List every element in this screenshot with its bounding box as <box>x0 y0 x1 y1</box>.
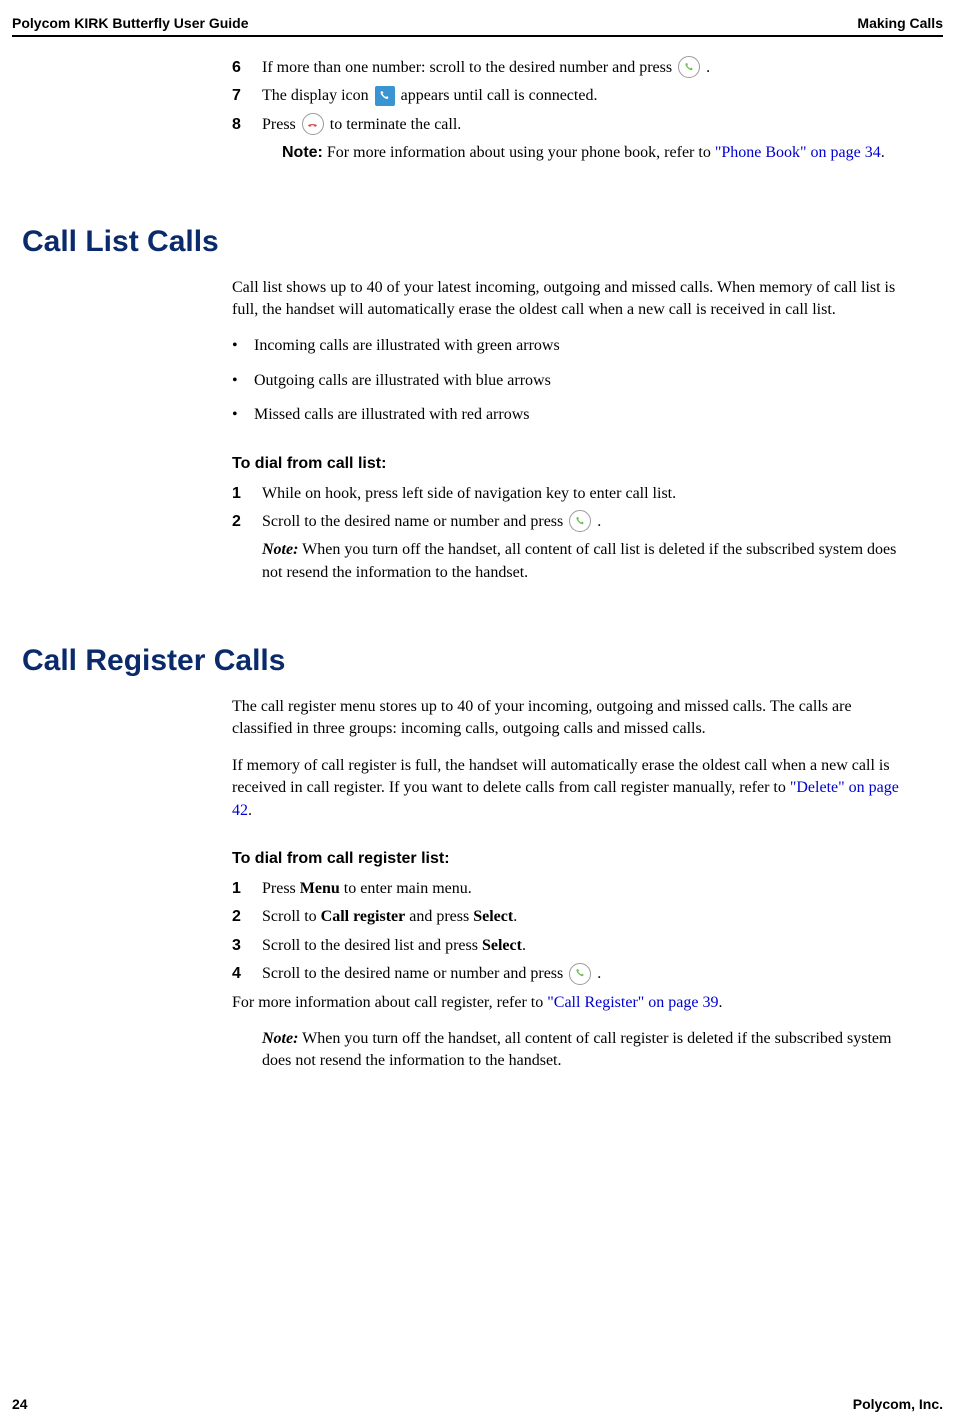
text-fragment: Scroll to <box>262 908 321 925</box>
step-text: Press Menu to enter main menu. <box>262 878 915 900</box>
text-fragment: The display icon <box>262 87 373 104</box>
text-fragment: Press <box>262 116 300 133</box>
step-text: While on hook, press left side of naviga… <box>262 483 915 505</box>
text-fragment: . <box>719 994 723 1011</box>
text-fragment: . <box>522 937 526 954</box>
step-number: 1 <box>232 483 262 505</box>
text-fragment: Scroll to the desired list and press <box>262 937 482 954</box>
sub-heading-dial-call-list: To dial from call list: <box>232 455 935 473</box>
bold-text: Menu <box>300 880 340 897</box>
text-fragment: to enter main menu. <box>340 880 472 897</box>
connecting-icon <box>375 86 395 106</box>
note-text: When you turn off the handset, all conte… <box>262 1030 891 1069</box>
text-fragment: . <box>706 59 710 76</box>
step-number: 2 <box>232 511 262 533</box>
text-fragment: Scroll to the desired name or number and… <box>262 965 567 982</box>
step-number: 3 <box>232 935 262 957</box>
bold-text: Call register <box>321 908 406 925</box>
text-fragment: . <box>881 144 885 161</box>
text-fragment: If more than one number: scroll to the d… <box>262 59 676 76</box>
call-list-note: Note: When you turn off the handset, all… <box>262 539 915 584</box>
step-text: Scroll to the desired name or number and… <box>262 963 915 985</box>
call-register-steps: 1 Press Menu to enter main menu. 2 Scrol… <box>232 878 915 986</box>
step-number: 4 <box>232 963 262 985</box>
step-1: 1 Press Menu to enter main menu. <box>232 878 915 900</box>
text-fragment: For more information about call register… <box>232 994 547 1011</box>
page-footer: 24 Polycom, Inc. <box>0 1396 955 1412</box>
note-label: Note: <box>282 144 323 161</box>
call-list-bullets: Incoming calls are illustrated with gree… <box>232 335 915 426</box>
text-fragment: . <box>597 513 601 530</box>
call-list-intro: Call list shows up to 40 of your latest … <box>232 277 915 322</box>
step-text: If more than one number: scroll to the d… <box>262 57 915 79</box>
header-rule <box>12 35 943 37</box>
page-content: 6 If more than one number: scroll to the… <box>0 57 955 1073</box>
footer-company: Polycom, Inc. <box>853 1396 943 1412</box>
text-fragment: appears until call is connected. <box>401 87 598 104</box>
header-left: Polycom KIRK Butterfly User Guide <box>12 15 249 31</box>
step-6: 6 If more than one number: scroll to the… <box>232 57 915 79</box>
call-register-link[interactable]: "Call Register" on page 39 <box>547 994 718 1011</box>
call-register-note: Note: When you turn off the handset, all… <box>262 1028 915 1073</box>
text-fragment: Press <box>262 880 300 897</box>
step-text: Scroll to Call register and press Select… <box>262 906 915 928</box>
list-item: Missed calls are illustrated with red ar… <box>232 404 915 426</box>
page-number: 24 <box>12 1396 28 1412</box>
note-label: Note: <box>262 541 298 558</box>
section-heading-call-register: Call Register Calls <box>22 644 935 678</box>
step-number: 8 <box>232 114 262 136</box>
step-2: 2 Scroll to the desired name or number a… <box>232 511 915 533</box>
step-8: 8 Press to terminate the call. <box>232 114 915 136</box>
call-register-para1: The call register menu stores up to 40 o… <box>232 696 915 741</box>
phone-book-link[interactable]: "Phone Book" on page 34 <box>715 144 881 161</box>
step-number: 6 <box>232 57 262 79</box>
step-1: 1 While on hook, press left side of navi… <box>232 483 915 505</box>
step-text: Scroll to the desired list and press Sel… <box>262 935 915 957</box>
call-button-icon <box>569 963 591 985</box>
step-2: 2 Scroll to Call register and press Sele… <box>232 906 915 928</box>
step-7: 7 The display icon appears until call is… <box>232 85 915 107</box>
step-number: 7 <box>232 85 262 107</box>
call-button-icon <box>569 510 591 532</box>
call-register-tail: For more information about call register… <box>232 992 915 1014</box>
note-text: When you turn off the handset, all conte… <box>262 541 896 580</box>
list-item: Outgoing calls are illustrated with blue… <box>232 370 915 392</box>
call-list-steps: 1 While on hook, press left side of navi… <box>232 483 915 534</box>
note-text: For more information about using your ph… <box>327 144 715 161</box>
text-fragment: and press <box>405 908 473 925</box>
step-number: 1 <box>232 878 262 900</box>
page-header: Polycom KIRK Butterfly User Guide Making… <box>0 15 955 31</box>
text-fragment: . <box>248 802 252 819</box>
step-text: Press to terminate the call. <box>262 114 915 136</box>
text-fragment: . <box>513 908 517 925</box>
header-right: Making Calls <box>857 15 943 31</box>
text-fragment: Scroll to the desired name or number and… <box>262 513 567 530</box>
call-register-para2: If memory of call register is full, the … <box>232 755 915 822</box>
step-4: 4 Scroll to the desired name or number a… <box>232 963 915 985</box>
intro-steps: 6 If more than one number: scroll to the… <box>232 57 915 165</box>
step-number: 2 <box>232 906 262 928</box>
note-label: Note: <box>262 1030 298 1047</box>
list-item: Incoming calls are illustrated with gree… <box>232 335 915 357</box>
text-fragment: . <box>597 965 601 982</box>
end-call-button-icon <box>302 113 324 135</box>
text-fragment: to terminate the call. <box>330 116 462 133</box>
section-heading-call-list: Call List Calls <box>22 225 935 259</box>
call-button-icon <box>678 56 700 78</box>
bold-text: Select <box>482 937 522 954</box>
step-text: The display icon appears until call is c… <box>262 85 915 107</box>
sub-heading-dial-call-register: To dial from call register list: <box>232 850 935 868</box>
intro-note: Note: For more information about using y… <box>282 142 915 164</box>
step-3: 3 Scroll to the desired list and press S… <box>232 935 915 957</box>
bold-text: Select <box>473 908 513 925</box>
step-text: Scroll to the desired name or number and… <box>262 511 915 533</box>
